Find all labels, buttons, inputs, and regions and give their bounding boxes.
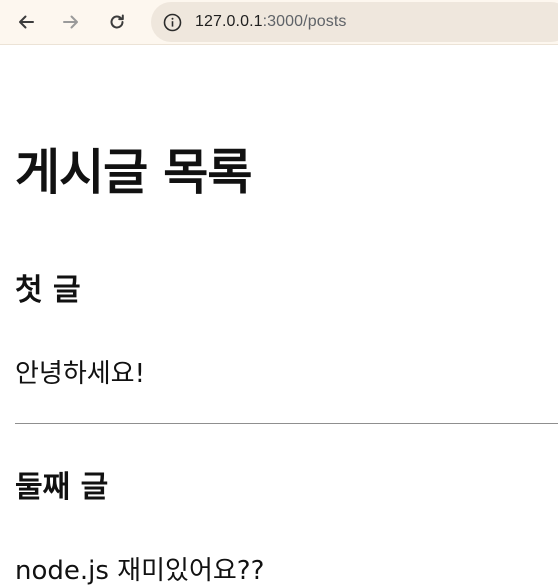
- post-body: node.js 재미있어요??: [15, 556, 265, 586]
- post-title: 둘째 글: [15, 470, 109, 505]
- url-path: :3000/posts: [262, 13, 347, 30]
- reload-button[interactable]: [102, 7, 132, 37]
- forward-button[interactable]: [56, 7, 86, 37]
- url-text[interactable]: 127.0.0.1:3000/posts: [195, 13, 346, 31]
- site-info-icon[interactable]: [162, 12, 182, 32]
- back-arrow-icon: [19, 15, 34, 29]
- page-title: 게시글 목록: [15, 144, 252, 201]
- url-host: 127.0.0.1: [195, 13, 263, 30]
- address-bar[interactable]: 127.0.0.1:3000/posts: [151, 2, 558, 42]
- forward-arrow-icon: [63, 15, 78, 29]
- post-title: 첫 글: [15, 273, 81, 308]
- post-divider: [15, 423, 558, 424]
- back-button[interactable]: [11, 7, 41, 37]
- browser-toolbar: 127.0.0.1:3000/posts: [0, 0, 558, 45]
- reload-icon: [110, 14, 124, 29]
- post-body: 안녕하세요!: [15, 359, 146, 389]
